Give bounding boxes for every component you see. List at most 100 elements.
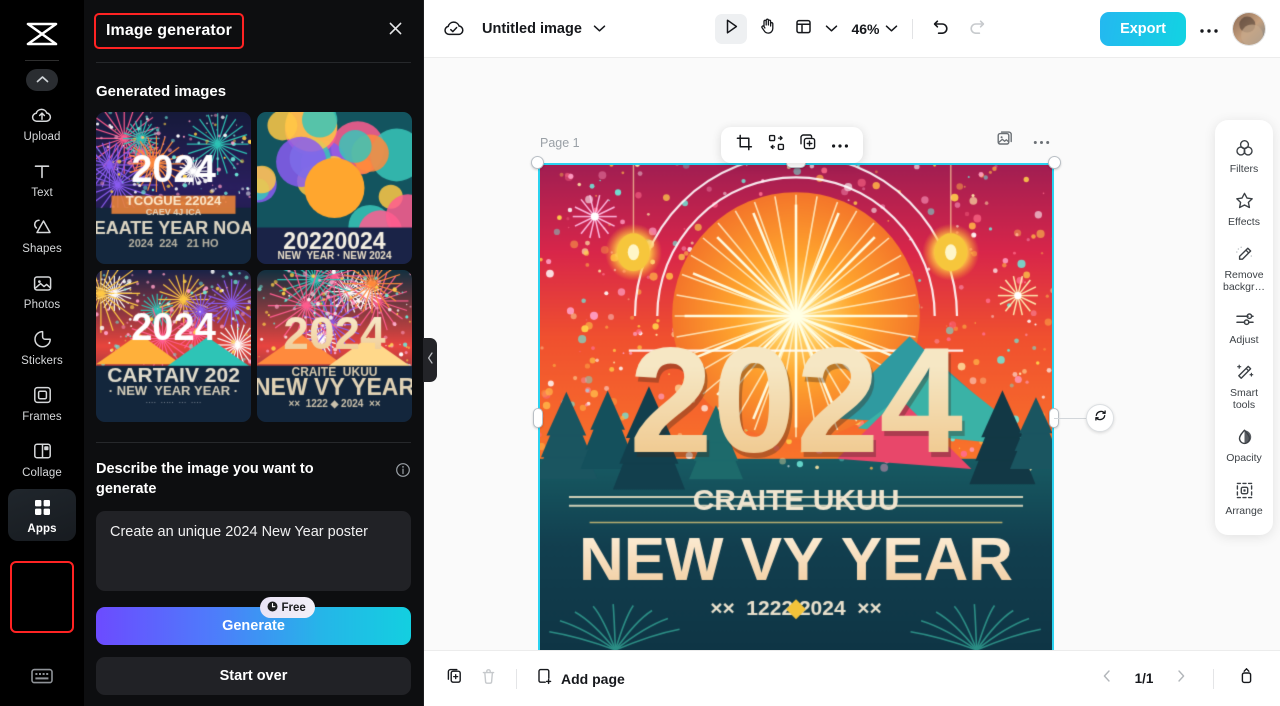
dock-item-label: Arrange [1225, 505, 1263, 517]
zoom-level[interactable]: 46% [851, 21, 879, 37]
resize-handle-left[interactable] [533, 408, 543, 428]
selected-image-element[interactable] [531, 156, 1114, 650]
top-toolbar: Untitled image 46% Export [424, 0, 1280, 58]
chevron-right-icon [1175, 669, 1187, 688]
sidebar-item-photos[interactable]: Photos [8, 265, 76, 317]
start-over-button[interactable]: Start over [96, 657, 411, 695]
sidebar-item-frames[interactable]: Frames [8, 377, 76, 429]
redo-button[interactable] [961, 14, 993, 44]
dock-item-smart-tools[interactable]: Smart tools [1216, 354, 1272, 417]
bottom-divider [516, 668, 517, 689]
sidebar-item-label: Text [31, 187, 53, 199]
keyboard-icon [29, 666, 55, 691]
element-float-toolbar [721, 127, 863, 163]
undo-icon [932, 18, 950, 39]
chevron-up-icon [36, 71, 49, 89]
remove-background-icon [1233, 243, 1255, 265]
dock-item-label: Filters [1229, 163, 1259, 175]
image-generator-panel: Image generator Generated images Describ… [84, 0, 437, 706]
panel-collapse-tab[interactable] [423, 338, 437, 382]
generated-image-3[interactable] [96, 270, 251, 422]
dock-item-filters[interactable]: Filters [1216, 130, 1272, 181]
info-icon[interactable] [395, 462, 411, 478]
next-page-button[interactable] [1165, 664, 1197, 694]
page-corner-tools [994, 130, 1052, 152]
adjust-sliders-icon [1233, 308, 1255, 330]
close-panel-button[interactable] [383, 19, 407, 43]
image-layers-button[interactable] [994, 130, 1016, 152]
document-title[interactable]: Untitled image [482, 21, 582, 37]
toolbar-divider [911, 18, 913, 39]
resize-handle-top-right[interactable] [1048, 156, 1061, 169]
bottom-bar: Add page 1/1 [424, 650, 1280, 706]
dock-item-label: Opacity [1226, 452, 1262, 464]
prompt-label: Describe the image you want to generate [96, 461, 314, 497]
zoom-chevron-down-icon[interactable] [884, 21, 900, 37]
undo-button[interactable] [925, 14, 957, 44]
sidebar-item-upload[interactable]: Upload [8, 97, 76, 149]
rotate-handle[interactable] [1086, 404, 1114, 432]
page-more-button[interactable] [1030, 130, 1052, 152]
sidebar-item-label: Collage [22, 467, 62, 479]
layout-tool[interactable] [787, 14, 819, 44]
rail-collapse-button[interactable] [26, 69, 58, 91]
generated-image-1[interactable] [96, 112, 251, 264]
crop-button[interactable] [729, 131, 759, 159]
dock-item-effects[interactable]: Effects [1216, 183, 1272, 234]
layout-chevron-down-icon[interactable] [823, 21, 839, 37]
trash-icon [479, 667, 498, 691]
sidebar-item-text[interactable]: Text [8, 153, 76, 205]
dock-item-remove-background[interactable]: Remove backgr… [1216, 236, 1272, 299]
prompt-label-row: Describe the image you want to generate [96, 459, 411, 499]
sidebar-item-collage[interactable]: Collage [8, 433, 76, 485]
capcut-logo[interactable] [22, 14, 62, 54]
sidebar-item-label: Apps [27, 523, 57, 535]
generated-image-4[interactable] [257, 270, 412, 422]
sidebar-item-apps[interactable]: Apps [8, 489, 76, 541]
duplicate-page-button[interactable] [438, 664, 470, 694]
main-area: Untitled image 46% Export Page 1 Filters… [424, 0, 1280, 706]
select-tool[interactable] [715, 13, 748, 44]
free-badge-label: Free [281, 601, 306, 614]
resize-handle-top-left[interactable] [531, 156, 544, 169]
selection-outline [538, 163, 1054, 650]
collage-icon [31, 440, 53, 462]
keyboard-shortcuts-button[interactable] [27, 666, 57, 690]
duplicate-button[interactable] [793, 131, 823, 159]
delete-page-button[interactable] [472, 664, 504, 694]
prompt-input[interactable]: Create an unique 2024 New Year poster [96, 511, 411, 591]
prev-page-button[interactable] [1091, 664, 1123, 694]
chevron-left-icon [1101, 669, 1113, 688]
float-more-button[interactable] [825, 131, 855, 159]
filters-circles-icon [1233, 137, 1255, 159]
canvas-area[interactable]: Page 1 Filters Effects Remove backgr… Ad… [424, 58, 1280, 650]
dock-item-arrange[interactable]: Arrange [1216, 472, 1272, 523]
sidebar-item-stickers[interactable]: Stickers [8, 321, 76, 373]
app-root: Upload Text Shapes Photos Stickers Frame… [0, 0, 1280, 706]
text-t-icon [31, 160, 53, 182]
dock-item-adjust[interactable]: Adjust [1216, 301, 1272, 352]
hand-icon [759, 17, 776, 40]
hand-tool[interactable] [751, 14, 783, 44]
replace-button[interactable] [761, 131, 791, 159]
cloud-upload-icon [31, 104, 53, 126]
sidebar-item-shapes[interactable]: Shapes [8, 209, 76, 261]
page-indicator: 1/1 [1134, 671, 1154, 686]
add-page-button[interactable]: Add page [529, 663, 631, 695]
more-options-button[interactable] [1196, 16, 1222, 42]
export-button[interactable]: Export [1100, 11, 1186, 46]
avatar[interactable] [1231, 11, 1266, 46]
page-label: Page 1 [540, 136, 580, 150]
toolbar-right: Export [1100, 11, 1266, 46]
generate-button[interactable]: Generate [96, 607, 411, 645]
generated-image-2[interactable] [257, 112, 412, 264]
prompt-input-value: Create an unique 2024 New Year poster [110, 524, 368, 540]
sidebar-item-label: Stickers [21, 355, 63, 367]
more-horizontal-icon [831, 136, 849, 154]
sidebar-item-label: Shapes [22, 243, 62, 255]
expand-panel-button[interactable] [1230, 664, 1262, 694]
dock-item-opacity[interactable]: Opacity [1216, 419, 1272, 470]
chevron-down-icon[interactable] [592, 21, 608, 37]
page-nav: 1/1 [1091, 664, 1262, 694]
generated-images-heading: Generated images [96, 83, 227, 100]
